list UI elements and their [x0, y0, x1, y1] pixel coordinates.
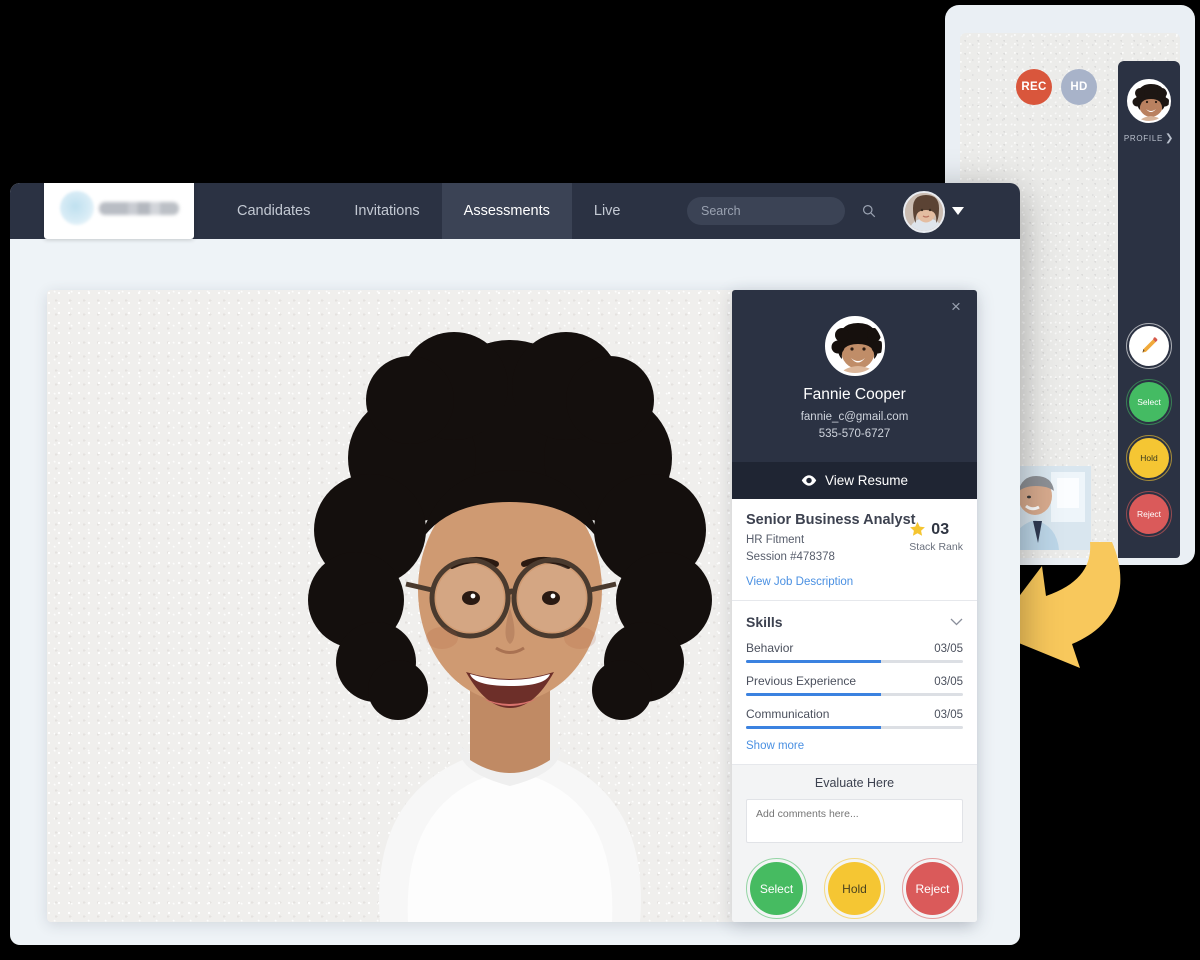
skill-score: 03/05	[934, 643, 963, 656]
skill-name: Behavior	[746, 641, 794, 656]
hold-button[interactable]: Hold	[824, 858, 885, 920]
show-more-link[interactable]: Show more	[746, 740, 963, 752]
job-details-section: Senior Business Analyst HR Fitment Sessi…	[732, 499, 977, 602]
device-action-buttons: Select Hold Reject	[1118, 323, 1180, 537]
skills-header[interactable]: Skills	[746, 614, 963, 630]
star-icon	[910, 521, 926, 536]
main-nav: Candidates Invitations Assessments Live	[215, 183, 643, 239]
rec-badge: REC	[1016, 69, 1052, 105]
candidate-phone: 535-570-6727	[818, 428, 891, 441]
skill-score: 03/05	[934, 676, 963, 689]
recording-badges: REC HD	[1016, 69, 1097, 105]
user-menu-caret-icon[interactable]	[952, 207, 964, 215]
candidate-email: fannie_c@gmail.com	[800, 411, 909, 423]
candidate-avatar	[824, 316, 885, 376]
edit-button[interactable]	[1126, 323, 1172, 369]
skill-item: Previous Experience 03/05	[746, 674, 963, 697]
logo-mark-icon	[59, 191, 94, 225]
search-icon	[862, 204, 876, 218]
select-button[interactable]: Select	[746, 858, 807, 920]
candidate-name: Fannie Cooper	[803, 386, 906, 403]
candidate-photo	[307, 332, 712, 922]
device-reject-button[interactable]: Reject	[1126, 491, 1172, 537]
candidate-avatar-image	[827, 319, 882, 373]
candidate-card-header: × Fannie Cooper fannie_c@gmail.com 535-5…	[732, 290, 977, 462]
skill-item: Communication 03/05	[746, 707, 963, 730]
hd-badge: HD	[1061, 69, 1097, 105]
app-logo[interactable]	[44, 183, 194, 239]
skills-title: Skills	[746, 614, 783, 631]
evaluate-title: Evaluate Here	[814, 776, 895, 791]
comments-textarea[interactable]	[746, 799, 963, 844]
stack-rank-value: 03	[931, 520, 950, 538]
candidate-detail-card: × Fannie Cooper fannie_c@gmail.com 535-5…	[732, 290, 977, 922]
view-job-description-link[interactable]: View Job Description	[746, 576, 963, 588]
skill-progress-fill	[746, 726, 881, 730]
view-resume-button[interactable]: View Resume	[732, 461, 977, 499]
stack-rank: 03 Stack Rank	[909, 521, 963, 553]
screenshot-root: REC HD PROFILE ❯ Select Hold Reject Cand…	[0, 0, 1200, 960]
eye-icon	[801, 474, 817, 486]
nav-item-candidates[interactable]: Candidates	[215, 183, 332, 239]
skill-name: Previous Experience	[746, 674, 857, 689]
chevron-down-icon[interactable]	[950, 618, 963, 626]
close-icon[interactable]: ×	[947, 298, 965, 316]
search-box[interactable]	[687, 197, 876, 225]
skill-score: 03/05	[934, 709, 963, 722]
reject-button[interactable]: Reject	[902, 858, 963, 920]
skill-progress-track	[746, 693, 963, 697]
pencil-icon	[1142, 336, 1157, 353]
evaluate-section: Evaluate Here Select Hold Reject	[732, 765, 977, 922]
device-action-sidebar: PROFILE ❯ Select Hold Reject	[1118, 61, 1180, 558]
top-navigation-bar: Candidates Invitations Assessments Live	[10, 183, 1020, 239]
skill-progress-track	[746, 726, 963, 730]
user-avatar[interactable]	[903, 191, 945, 233]
main-application-window: Candidates Invitations Assessments Live	[10, 183, 1020, 945]
nav-item-invitations[interactable]: Invitations	[332, 183, 441, 239]
stack-rank-label: Stack Rank	[909, 540, 963, 553]
search-input[interactable]	[701, 204, 862, 218]
skill-progress-track	[746, 660, 963, 664]
nav-item-assessments[interactable]: Assessments	[441, 183, 572, 239]
user-avatar-image	[905, 193, 943, 231]
skill-name: Communication	[746, 707, 830, 722]
skills-section: Skills Behavior 03/05 Previous Experienc…	[732, 601, 977, 766]
skill-progress-fill	[746, 693, 881, 697]
device-candidate-avatar[interactable]	[1127, 79, 1171, 123]
device-profile-label: PROFILE	[1123, 134, 1164, 143]
device-candidate-avatar-image	[1129, 81, 1169, 121]
nav-item-live[interactable]: Live	[572, 183, 643, 239]
skill-item: Behavior 03/05	[746, 641, 963, 664]
device-select-button[interactable]: Select	[1126, 379, 1172, 425]
device-profile-link[interactable]: PROFILE ❯	[1118, 133, 1180, 144]
logo-wordmark	[98, 201, 179, 215]
view-resume-label: View Resume	[824, 472, 909, 488]
chevron-right-icon: ❯	[1165, 133, 1175, 144]
skill-progress-fill	[746, 660, 881, 664]
evaluate-buttons: Select Hold Reject	[746, 858, 963, 920]
device-hold-button[interactable]: Hold	[1126, 435, 1172, 481]
